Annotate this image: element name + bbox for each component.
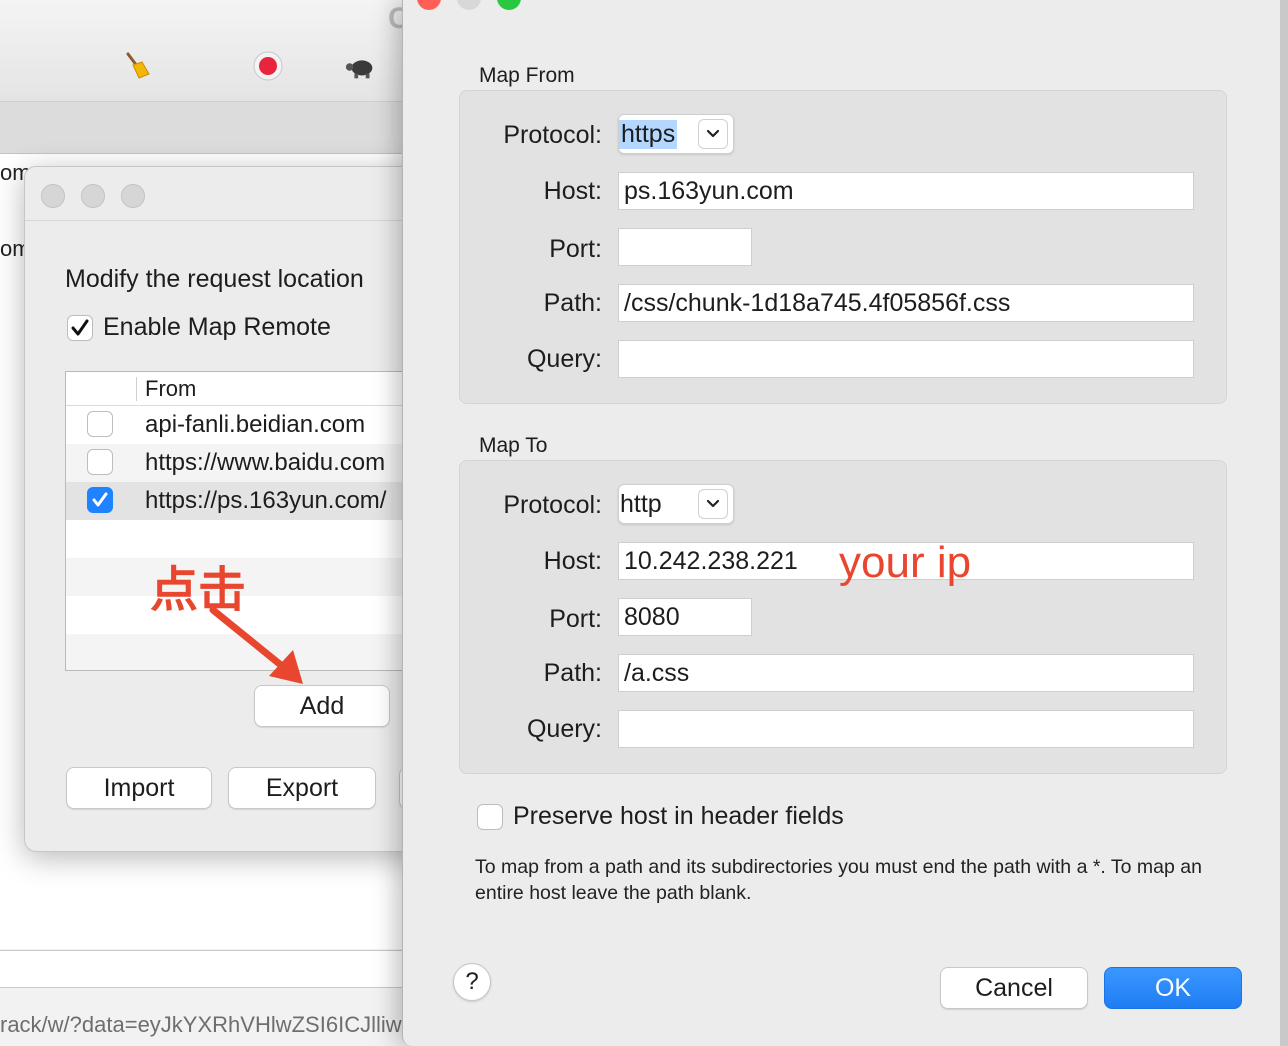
path-field[interactable]: /css/chunk-1d18a745.4f05856f.css xyxy=(618,284,1194,322)
list-item[interactable]: https://ps.163yun.com/ xyxy=(66,482,443,520)
map-to-label: Map To xyxy=(479,434,548,457)
empty-row xyxy=(66,520,443,558)
zoom-window-button[interactable] xyxy=(121,184,145,208)
list-item[interactable]: api-fanli.beidian.com xyxy=(66,406,443,444)
column-header-from[interactable]: From xyxy=(145,376,196,402)
port-field[interactable] xyxy=(618,228,752,266)
annotation-arrow-icon xyxy=(209,606,303,684)
record-icon[interactable] xyxy=(251,49,285,83)
cancel-button[interactable]: Cancel xyxy=(940,967,1088,1009)
row-from-text: https://ps.163yun.com/ xyxy=(145,487,387,514)
column-separator xyxy=(136,377,137,401)
minimize-window-button[interactable] xyxy=(81,184,105,208)
protocol-label: Protocol: xyxy=(503,121,602,149)
preserve-host-checkbox[interactable]: Preserve host in header fields xyxy=(477,802,844,831)
empty-row xyxy=(66,558,443,596)
ok-button[interactable]: OK xyxy=(1104,967,1242,1009)
query-field[interactable] xyxy=(618,340,1194,378)
preserve-host-box xyxy=(477,803,503,830)
port-label: Port: xyxy=(549,235,602,263)
enable-map-remote-checkbox[interactable]: Enable Map Remote xyxy=(67,313,331,342)
path-label: Path: xyxy=(543,289,602,317)
settings-titlebar xyxy=(25,167,443,221)
zoom-window-button[interactable] xyxy=(497,0,521,10)
host-label: Host: xyxy=(543,177,602,205)
chevron-down-icon xyxy=(698,119,728,149)
preserve-host-label: Preserve host in header fields xyxy=(513,802,844,830)
map-to-group: Protocol: http Host: 10.242.238.221 Port… xyxy=(459,460,1227,774)
import-button[interactable]: Import xyxy=(66,767,212,809)
enable-map-remote-label: Enable Map Remote xyxy=(103,313,331,341)
list-header: From xyxy=(66,372,443,406)
query-label: Query: xyxy=(526,345,602,373)
edit-mapping-sheet: Map From Protocol: https Host: ps.163yun… xyxy=(402,0,1288,1046)
protocol-select[interactable]: http xyxy=(618,484,734,524)
map-remote-settings-window: Modify the request location Enable Map R… xyxy=(24,166,444,852)
background-tab-bar xyxy=(0,102,420,154)
background-toolbar: C xyxy=(0,0,420,102)
row-enable-checkbox[interactable] xyxy=(87,449,113,475)
background-filter-input[interactable] xyxy=(0,950,420,988)
protocol-select[interactable]: https xyxy=(618,114,734,154)
row-enable-checkbox[interactable] xyxy=(87,487,113,513)
add-button[interactable]: Add xyxy=(254,685,390,727)
list-item[interactable]: https://www.baidu.com xyxy=(66,444,443,482)
broom-icon[interactable] xyxy=(120,48,154,82)
host-field[interactable]: ps.163yun.com xyxy=(618,172,1194,210)
window-edge xyxy=(1280,0,1288,1046)
row-from-text: api-fanli.beidian.com xyxy=(145,411,366,438)
protocol-label: Protocol: xyxy=(503,491,602,519)
map-from-group: Protocol: https Host: ps.163yun.com Port… xyxy=(459,90,1227,404)
path-field[interactable]: /a.css xyxy=(618,654,1194,692)
row-from-text: https://www.baidu.com xyxy=(145,449,386,476)
port-field[interactable]: 8080 xyxy=(618,598,752,636)
close-window-button[interactable] xyxy=(41,184,65,208)
turtle-icon[interactable] xyxy=(344,50,378,84)
host-label: Host: xyxy=(543,547,602,575)
background-status-url: rack/w/?data=eyJkYXRhVHlwZSI6ICJlliw xyxy=(0,1012,402,1037)
protocol-value: http xyxy=(620,489,662,518)
export-button[interactable]: Export xyxy=(228,767,376,809)
checkmark-icon xyxy=(92,492,108,507)
help-note: To map from a path and its subdirectorie… xyxy=(475,856,1202,904)
help-button[interactable]: ? xyxy=(453,963,491,1001)
chevron-down-icon xyxy=(698,489,728,519)
minimize-window-button[interactable] xyxy=(457,0,481,10)
settings-heading: Modify the request location xyxy=(65,265,364,293)
map-from-label: Map From xyxy=(479,64,575,87)
path-label: Path: xyxy=(543,659,602,687)
query-label: Query: xyxy=(526,715,602,743)
checkmark-icon xyxy=(67,314,93,341)
annotation-your-ip: your ip xyxy=(839,538,972,587)
query-field[interactable] xyxy=(618,710,1194,748)
protocol-value: https xyxy=(619,119,678,149)
row-enable-checkbox[interactable] xyxy=(87,411,113,437)
port-label: Port: xyxy=(549,605,602,633)
close-window-button[interactable] xyxy=(417,0,441,10)
